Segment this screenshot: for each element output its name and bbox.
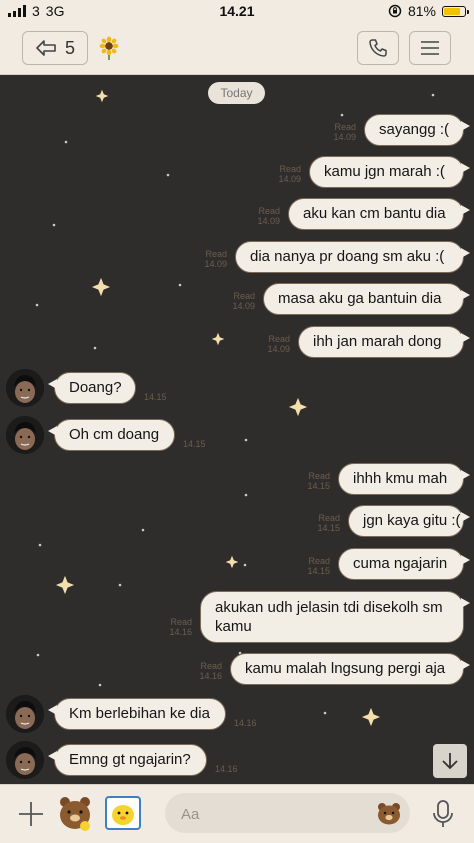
message-meta: Read 14.15: [307, 556, 330, 576]
back-arrow-icon: [36, 40, 56, 56]
read-status: Read: [205, 249, 227, 259]
call-button[interactable]: [357, 31, 399, 65]
plus-icon[interactable]: [16, 799, 46, 829]
brown-bear-sticker-icon[interactable]: [55, 793, 95, 833]
battery-icon: [442, 5, 469, 17]
read-status: Read: [200, 661, 222, 671]
message-time: 14.16: [234, 718, 257, 728]
avatar[interactable]: [6, 695, 44, 733]
message-time: 14.15: [317, 523, 340, 533]
message-input[interactable]: [179, 802, 363, 826]
message-meta: Read 14.09: [278, 164, 301, 184]
message-time: 14.16: [215, 764, 238, 774]
read-status: Read: [308, 471, 330, 481]
message-meta: Read 14.16: [199, 661, 222, 681]
message-time: 14.15: [144, 392, 167, 402]
arrow-down-icon: [442, 753, 458, 770]
outgoing-message-bubble[interactable]: akukan udh jelasin tdi disekolh sm kamu: [200, 591, 470, 643]
date-label: Today: [208, 82, 265, 104]
read-status: Read: [233, 291, 255, 301]
back-count: 5: [64, 37, 75, 58]
message-time: 14.16: [199, 671, 222, 681]
avatar[interactable]: [6, 369, 44, 407]
message-time: 14.09: [333, 132, 356, 142]
outgoing-message-bubble[interactable]: kamu jgn marah :(: [309, 156, 470, 188]
read-status: Read: [279, 164, 301, 174]
sticker-bear-icon[interactable]: [376, 801, 402, 825]
read-status: Read: [258, 206, 280, 216]
incoming-message-bubble[interactable]: Oh cm doang: [48, 419, 175, 451]
menu-button[interactable]: [409, 31, 451, 65]
message-time: 14.09: [204, 259, 227, 269]
input-bar: [0, 784, 474, 843]
message-time: 14.15: [307, 566, 330, 576]
incoming-message-bubble[interactable]: Doang?: [48, 372, 136, 404]
message-meta: Read 14.15: [307, 471, 330, 491]
message-time: 14.15: [183, 439, 206, 449]
outgoing-message-bubble[interactable]: kamu malah lngsung pergi aja: [230, 653, 470, 685]
read-status: Read: [318, 513, 340, 523]
microphone-icon[interactable]: [430, 799, 456, 829]
outgoing-message-bubble[interactable]: dia nanya pr doang sm aku :(: [235, 241, 470, 273]
sally-chick-sticker-icon[interactable]: [104, 793, 144, 833]
incoming-message-bubble[interactable]: Emng gt ngajarin?: [48, 744, 207, 776]
incoming-message-bubble[interactable]: Km berlebihan ke dia: [48, 698, 226, 730]
message-meta: Read 14.09: [267, 334, 290, 354]
message-time: 14.09: [278, 174, 301, 184]
outgoing-message-bubble[interactable]: ihh jan marah dong: [298, 326, 470, 358]
message-time: 14.09: [257, 216, 280, 226]
message-time: 14.15: [307, 481, 330, 491]
battery-fill: [444, 7, 461, 15]
outgoing-message-bubble[interactable]: cuma ngajarin: [338, 548, 470, 580]
message-time: 14.09: [232, 301, 255, 311]
message-meta: Read 14.09: [257, 206, 280, 226]
read-status: Read: [268, 334, 290, 344]
outgoing-message-bubble[interactable]: masa aku ga bantuin dia: [263, 283, 470, 315]
message-meta: Read 14.09: [204, 249, 227, 269]
message-time: 14.09: [267, 344, 290, 354]
back-button[interactable]: 5: [22, 31, 88, 65]
chat-area[interactable]: Today sayangg :(Read 14.09 kamu jgn marah …: [0, 75, 474, 784]
menu-icon: [421, 41, 439, 55]
phone-icon: [369, 39, 387, 57]
rotation-lock-icon: [388, 4, 402, 18]
outgoing-message-bubble[interactable]: jgn kaya gitu :(: [348, 505, 470, 537]
read-status: Read: [334, 122, 356, 132]
message-field[interactable]: [165, 793, 410, 833]
battery-percent: 81%: [407, 3, 436, 19]
avatar[interactable]: [6, 416, 44, 454]
read-status: Read: [308, 556, 330, 566]
message-meta: Read 14.16: [169, 617, 192, 637]
avatar[interactable]: [6, 741, 44, 779]
outgoing-message-bubble[interactable]: aku kan cm bantu dia: [288, 198, 470, 230]
status-bar: 3 3G 14.21 81%: [0, 0, 474, 24]
chat-header: 5: [0, 24, 474, 75]
outgoing-message-bubble[interactable]: ihhh kmu mah: [338, 463, 470, 495]
scroll-down-button[interactable]: [433, 744, 467, 778]
message-time: 14.16: [169, 627, 192, 637]
status-right: 81%: [388, 3, 469, 19]
read-status: Read: [170, 617, 192, 627]
outgoing-message-bubble[interactable]: sayangg :(: [364, 114, 470, 146]
message-meta: Read 14.15: [317, 513, 340, 533]
message-meta: Read 14.09: [232, 291, 255, 311]
message-meta: Read 14.09: [333, 122, 356, 142]
sunflower-icon: [99, 36, 119, 60]
